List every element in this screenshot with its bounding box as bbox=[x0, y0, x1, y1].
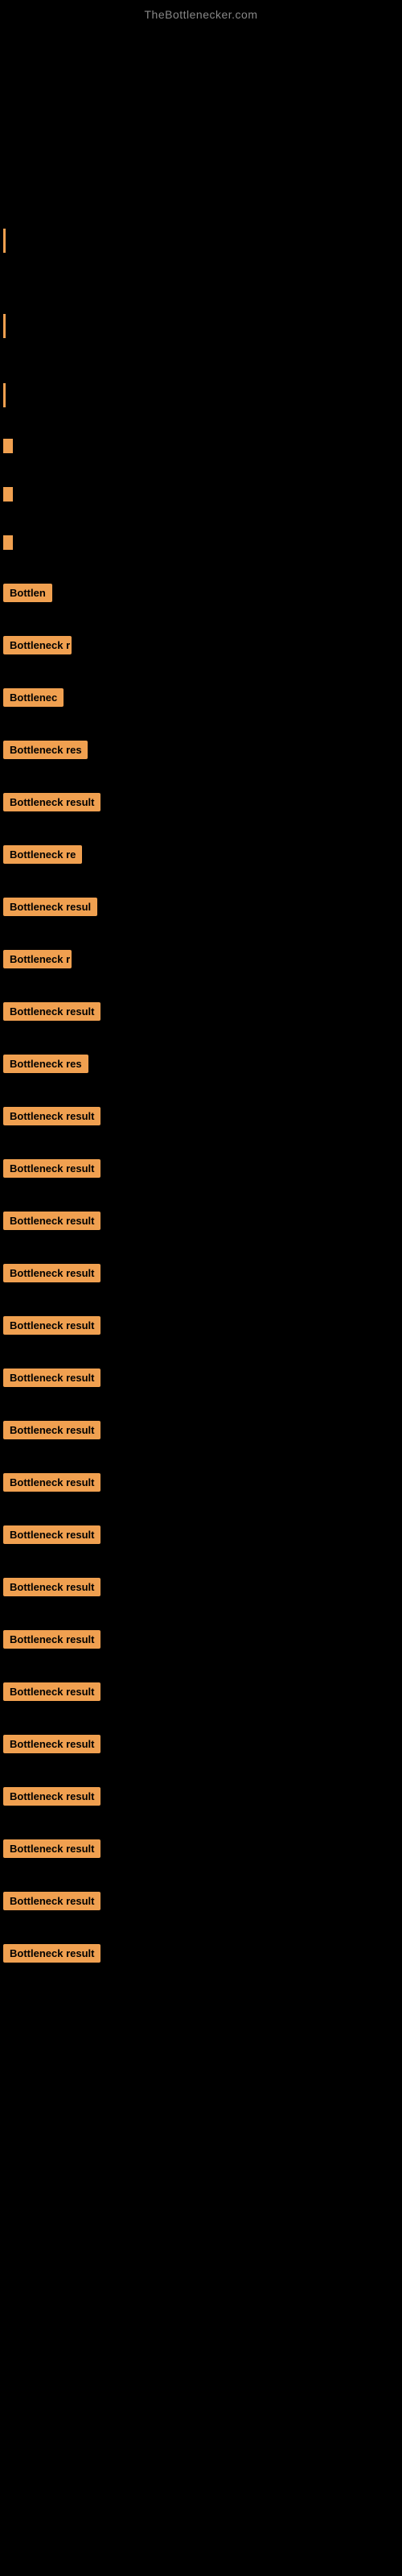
list-item: Bottleneck result bbox=[3, 1107, 100, 1125]
result-block-3 bbox=[3, 535, 13, 550]
vertical-bar-3 bbox=[3, 383, 6, 407]
list-item: Bottleneck result bbox=[3, 1578, 100, 1596]
list-item: Bottleneck resul bbox=[3, 898, 97, 916]
list-item: Bottleneck result bbox=[3, 1525, 100, 1544]
list-item: Bottleneck result bbox=[3, 1630, 100, 1649]
list-item: Bottleneck result bbox=[3, 1421, 100, 1439]
list-item: Bottleneck result bbox=[3, 1944, 100, 1963]
list-item: Bottleneck result bbox=[3, 1892, 100, 1910]
site-title: TheBottlenecker.com bbox=[0, 0, 402, 25]
list-item: Bottleneck result bbox=[3, 1212, 100, 1230]
list-item: Bottleneck result bbox=[3, 1002, 100, 1021]
list-item: Bottleneck result bbox=[3, 1787, 100, 1806]
vertical-bar-1 bbox=[3, 229, 6, 253]
vertical-bar-2 bbox=[3, 314, 6, 338]
list-item: Bottleneck result bbox=[3, 1316, 100, 1335]
list-item: Bottleneck r bbox=[3, 950, 72, 968]
list-item: Bottleneck result bbox=[3, 1159, 100, 1178]
list-item: Bottleneck re bbox=[3, 845, 82, 864]
list-item: Bottleneck result bbox=[3, 1839, 100, 1858]
list-item: Bottleneck res bbox=[3, 1055, 88, 1073]
list-item: Bottleneck res bbox=[3, 741, 88, 759]
list-item: Bottlenec bbox=[3, 688, 64, 707]
list-item: Bottleneck result bbox=[3, 1682, 100, 1701]
list-item: Bottleneck result bbox=[3, 1473, 100, 1492]
list-item: Bottlen bbox=[3, 584, 52, 602]
result-block-2 bbox=[3, 487, 13, 502]
list-item: Bottleneck result bbox=[3, 1368, 100, 1387]
list-item: Bottleneck result bbox=[3, 1264, 100, 1282]
list-item: Bottleneck r bbox=[3, 636, 72, 654]
list-item: Bottleneck result bbox=[3, 1735, 100, 1753]
result-block-1 bbox=[3, 439, 13, 453]
list-item: Bottleneck result bbox=[3, 793, 100, 811]
